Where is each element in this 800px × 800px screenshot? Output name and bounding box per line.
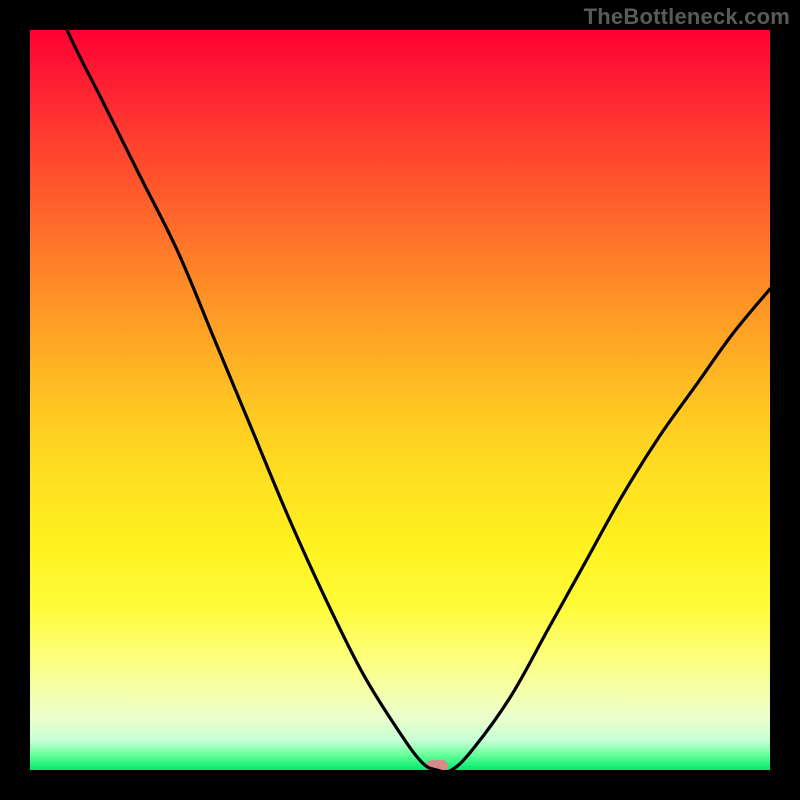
chart-frame: TheBottleneck.com: [0, 0, 800, 800]
bottleneck-curve: [30, 30, 770, 770]
plot-area: [30, 30, 770, 770]
watermark-text: TheBottleneck.com: [584, 4, 790, 30]
